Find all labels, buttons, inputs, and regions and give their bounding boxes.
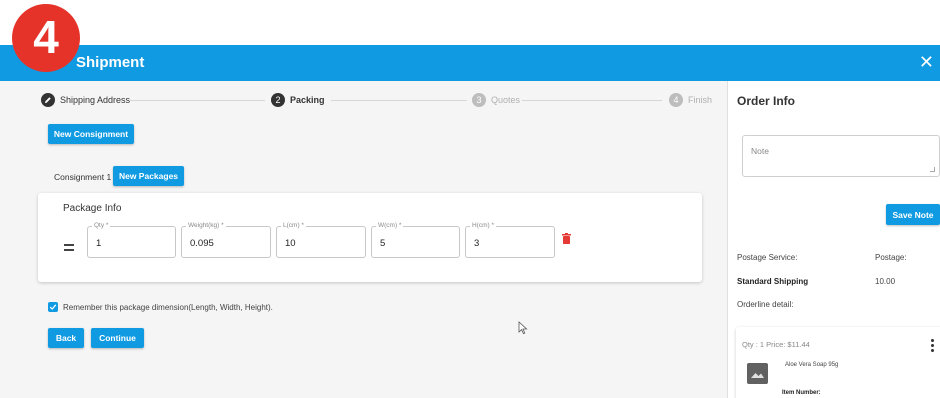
weight-field[interactable]: Weight(kg) * 0.095 [181,222,271,258]
remember-checkbox[interactable] [48,302,58,312]
step-packing[interactable]: 2 Packing [271,93,325,107]
remember-label: Remember this package dimension(Length, … [63,302,273,312]
orderline-detail-label: Orderline detail: [737,300,794,309]
field-label: Qty * [92,222,111,229]
field-label: W(cm) * [376,222,404,229]
order-info-panel: Order Info Note Save Note Postage Servic… [728,81,940,398]
step-number-4: 4 [669,93,683,107]
check-icon [49,304,57,310]
remember-dimension-option[interactable]: Remember this package dimension(Length, … [48,302,273,312]
step-number-3: 3 [472,93,486,107]
step-label: Packing [290,95,325,105]
stepper: Shipping Address 2 Packing 3 Quotes 4 Fi… [41,93,712,109]
shipping-service-value: Standard Shipping [737,277,809,286]
step-quotes[interactable]: 3 Quotes [472,93,520,107]
height-field[interactable]: H(cm) * 3 [465,222,555,258]
step-label: Quotes [491,95,521,105]
width-field[interactable]: W(cm) * 5 [371,222,460,258]
postage-label: Postage: [875,253,907,262]
step-number: 4 [33,11,59,63]
step-connector [522,100,662,101]
back-button[interactable]: Back [48,328,84,348]
field-label: L(cm) * [281,222,306,229]
field-value: 3 [474,238,480,249]
close-icon[interactable]: ✕ [919,52,934,73]
new-packages-button[interactable]: New Packages [113,166,184,186]
product-name: Aloe Vera Soap 95g [785,362,839,368]
drag-handle-icon[interactable] [64,244,74,254]
note-textarea[interactable]: Note [742,135,940,177]
field-value: 5 [380,238,386,249]
postage-service-label: Postage Service: [737,253,798,262]
consignment-tab[interactable]: Consignment 1 [54,172,111,182]
step-number-2: 2 [271,93,285,107]
more-options-icon[interactable] [931,339,934,354]
dialog-header: Shipment ✕ [0,45,940,81]
orderline-item-card: Qty : 1 Price: $11.44 Aloe Vera Soap 95g… [736,327,940,398]
length-field[interactable]: L(cm) * 10 [276,222,366,258]
field-label: Weight(kg) * [186,222,226,229]
save-note-button[interactable]: Save Note [886,204,940,225]
image-placeholder-icon [747,363,768,384]
step-finish[interactable]: 4 Finish [669,93,712,107]
qty-price: Qty : 1 Price: $11.44 [742,340,810,349]
screen: 4 Shipment ✕ Shipping Address 2 Packing … [0,0,940,398]
field-value: 0.095 [190,238,214,249]
main-panel: Shipping Address 2 Packing 3 Quotes 4 Fi… [0,81,727,398]
step-connector [331,100,467,101]
step-connector [129,100,265,101]
qty-field[interactable]: Qty * 1 [87,222,176,258]
order-info-title: Order Info [737,94,796,108]
mouse-cursor-icon [518,321,528,335]
field-value: 10 [285,238,296,249]
new-consignment-button[interactable]: New Consignment [48,124,134,144]
package-info-title: Package Info [63,203,122,214]
continue-button[interactable]: Continue [91,328,144,348]
field-value: 1 [96,238,102,249]
trash-icon[interactable] [562,233,571,244]
dialog-title: Shipment [76,54,145,71]
field-label: H(cm) * [470,222,497,229]
step-number-badge: 4 [12,4,80,72]
note-placeholder: Note [751,146,769,156]
item-number-label: Item Number: [782,390,821,396]
step-label: Shipping Address [60,95,131,105]
package-info-card: Package Info Qty * 1 Weight(kg) * 0.095 … [38,193,702,282]
step-label: Finish [688,95,713,105]
resize-handle-icon[interactable] [930,167,935,172]
pencil-icon [41,93,55,107]
postage-value: 10.00 [875,277,896,286]
step-shipping-address[interactable]: Shipping Address [41,93,130,107]
